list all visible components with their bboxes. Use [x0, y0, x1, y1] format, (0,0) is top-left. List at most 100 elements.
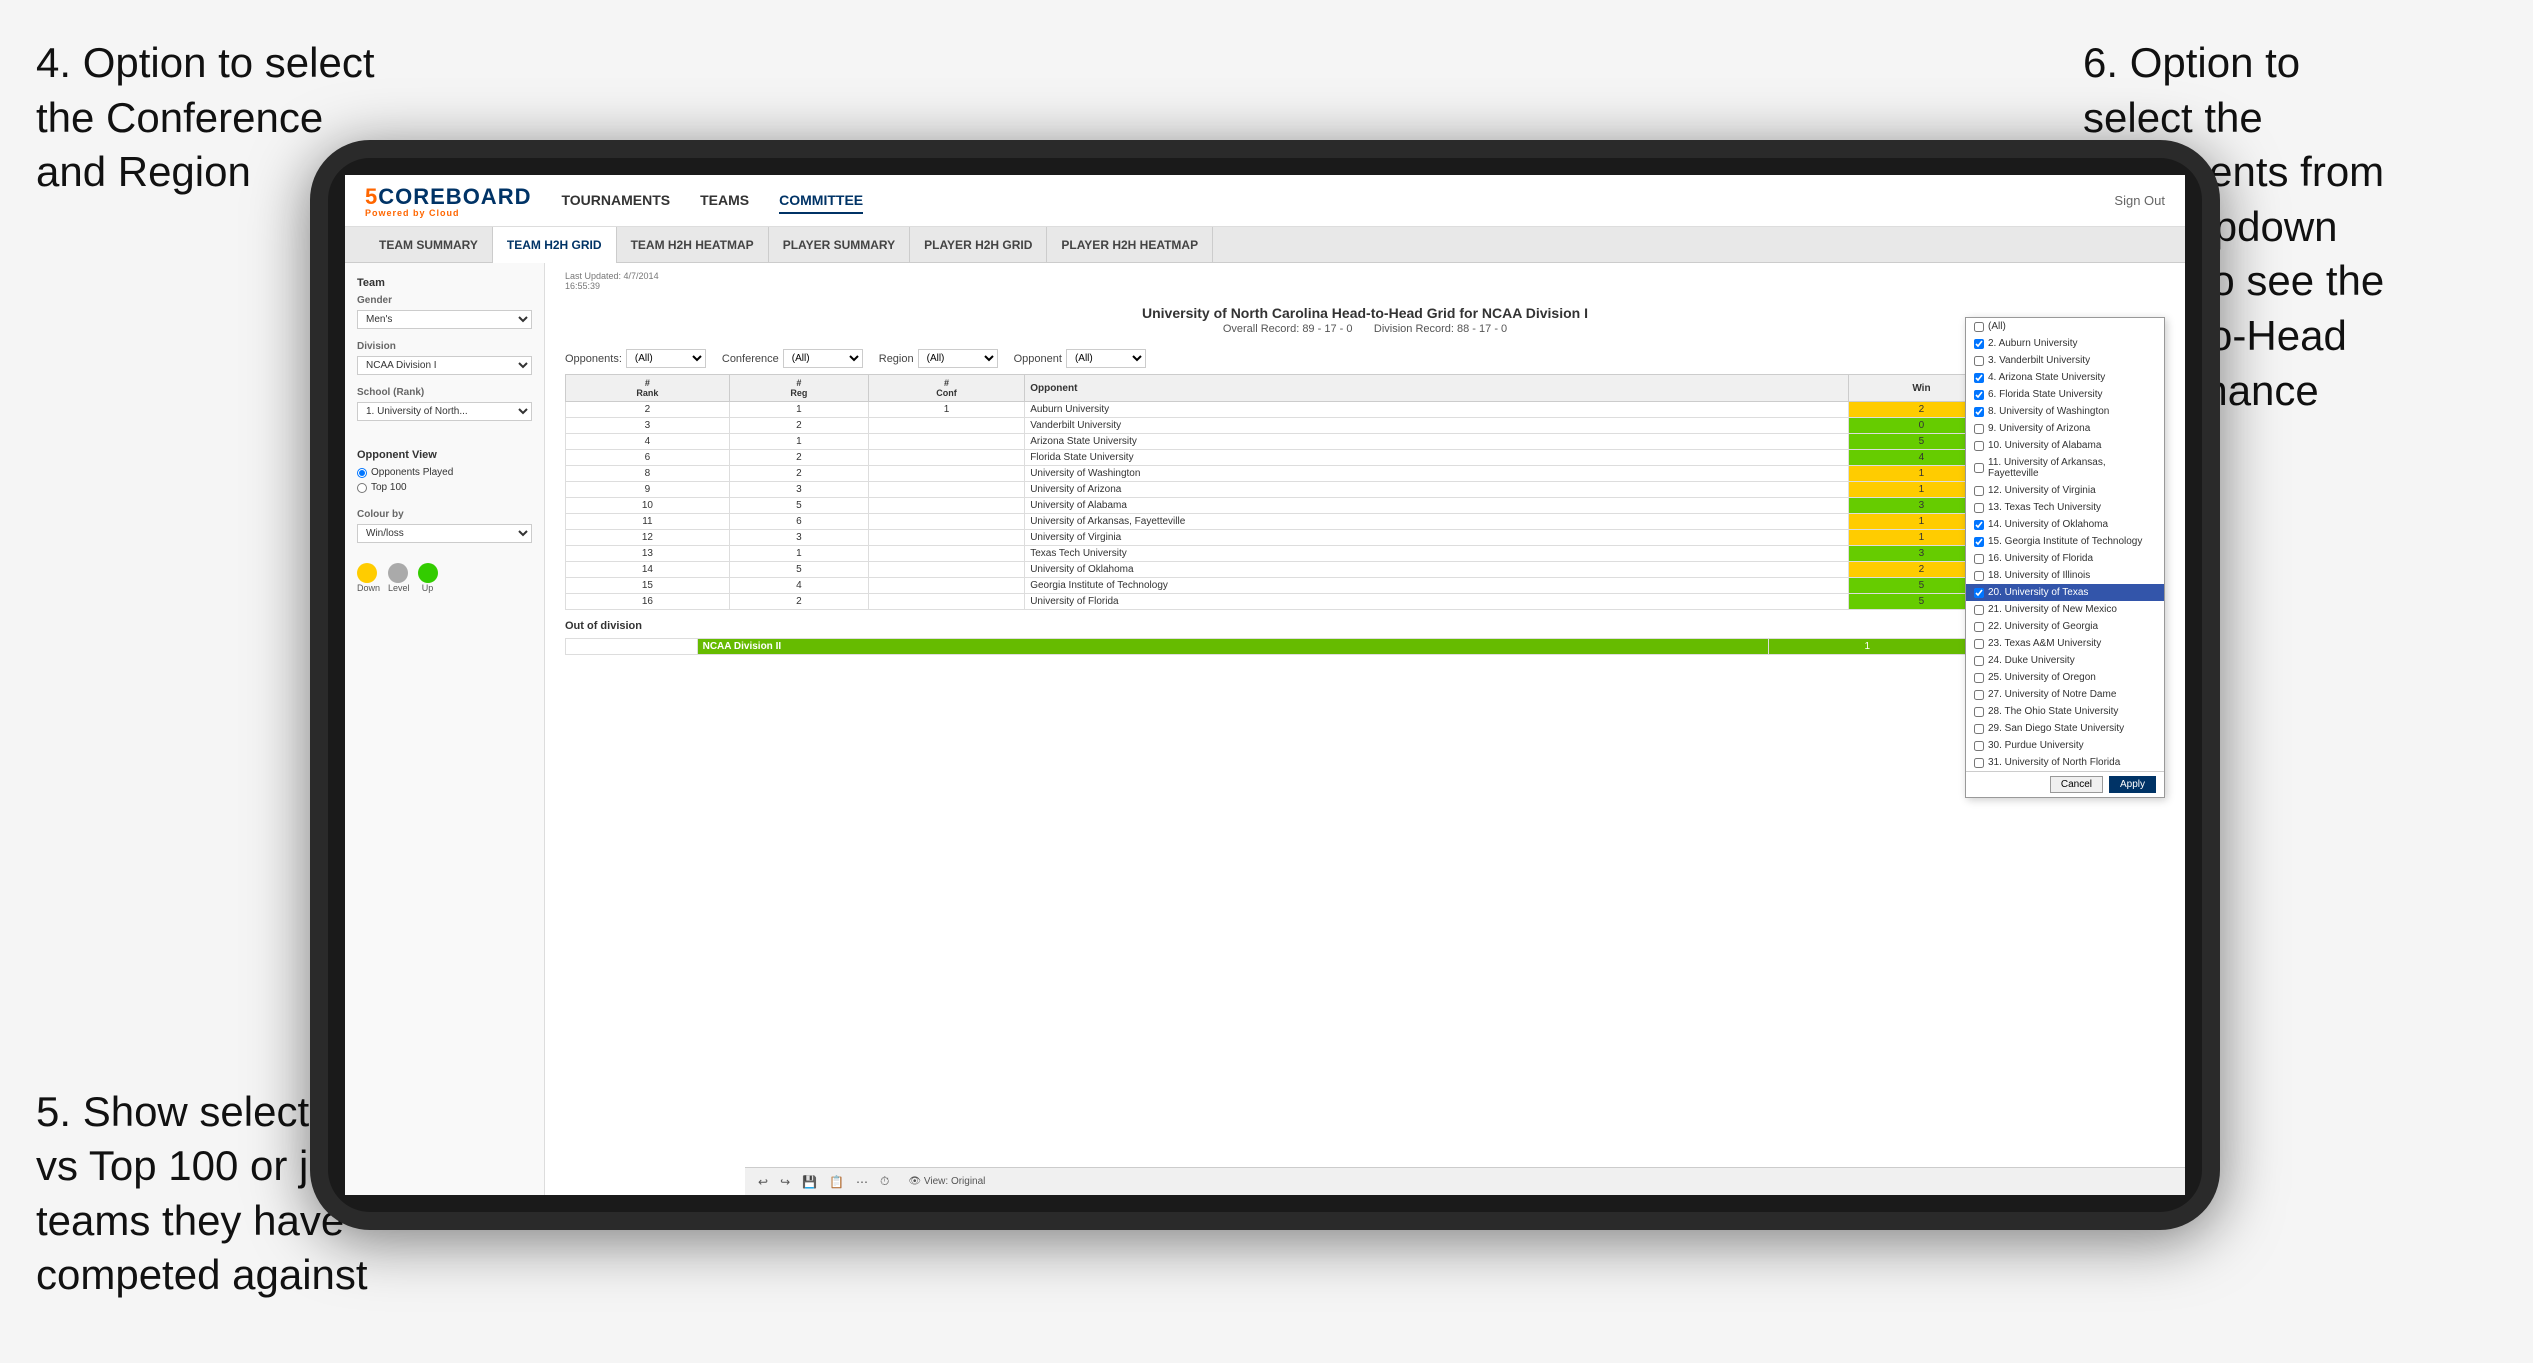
table-row: 6 2 Florida State University 4 2: [566, 450, 2165, 466]
dropdown-item[interactable]: 29. San Diego State University: [1966, 720, 2164, 737]
region-select[interactable]: (All): [918, 349, 998, 368]
table-row: 11 6 University of Arkansas, Fayettevill…: [566, 514, 2165, 530]
tab-team-summary[interactable]: TEAM SUMMARY: [365, 227, 493, 263]
opponents-select[interactable]: (All): [626, 349, 706, 368]
table-row: 2 1 1 Auburn University 2 1: [566, 402, 2165, 418]
table-row: 4 1 Arizona State University 5 1: [566, 434, 2165, 450]
table-row: 13 1 Texas Tech University 3 0: [566, 546, 2165, 562]
grid-records: Overall Record: 89 - 17 - 0 Division Rec…: [565, 323, 2165, 335]
dropdown-item[interactable]: 9. University of Arizona: [1966, 420, 2164, 437]
table-row: 12 3 University of Virginia 1 0: [566, 530, 2165, 546]
tab-team-h2h-heatmap[interactable]: TEAM H2H HEATMAP: [617, 227, 769, 263]
dropdown-item[interactable]: 6. Florida State University: [1966, 386, 2164, 403]
colour-by-label: Colour by: [357, 509, 532, 520]
dropdown-item[interactable]: 23. Texas A&M University: [1966, 635, 2164, 652]
opponent-dropdown[interactable]: (All)2. Auburn University3. Vanderbilt U…: [1965, 317, 2165, 798]
legend-level-label: Level: [388, 583, 410, 593]
opponent-select[interactable]: (All): [1066, 349, 1146, 368]
tab-player-summary[interactable]: PLAYER SUMMARY: [769, 227, 910, 263]
nav-tournaments[interactable]: TOURNAMENTS: [561, 188, 670, 214]
sidebar-gender-select[interactable]: Men's: [357, 310, 532, 329]
view-label: 👁 View: Original: [908, 1176, 985, 1187]
dropdown-item[interactable]: 4. Arizona State University: [1966, 369, 2164, 386]
dropdown-item[interactable]: 3. Vanderbilt University: [1966, 352, 2164, 369]
table-row: 10 5 University of Alabama 3 0: [566, 498, 2165, 514]
dropdown-apply-btn[interactable]: Apply: [2109, 776, 2156, 793]
opponents-played-radio[interactable]: Opponents Played: [357, 467, 532, 478]
dropdown-item[interactable]: 24. Duke University: [1966, 652, 2164, 669]
dropdown-item[interactable]: 2. Auburn University: [1966, 335, 2164, 352]
col-conf: # Conf: [868, 375, 1024, 402]
top100-radio[interactable]: Top 100: [357, 482, 532, 493]
timer-btn[interactable]: ⏱: [877, 1174, 892, 1189]
dropdown-item[interactable]: 8. University of Washington: [1966, 403, 2164, 420]
tablet-screen: 5COREBOARD Powered by Cloud TOURNAMENTS …: [345, 175, 2185, 1195]
legend: Down Level Up: [357, 563, 532, 593]
colour-by-select[interactable]: Win/loss: [357, 524, 532, 543]
logo: 5COREBOARD Powered by Cloud: [365, 184, 531, 218]
save-btn[interactable]: 💾: [799, 1175, 820, 1189]
table-row: 16 2 University of Florida 5 1: [566, 594, 2165, 610]
grid-meta: Last Updated: 4/7/2014 16:55:39: [565, 271, 2165, 291]
dropdown-item[interactable]: 14. University of Oklahoma: [1966, 516, 2164, 533]
opponent-filter: Opponent (All): [1014, 349, 1146, 368]
dropdown-item[interactable]: 31. University of North Florida: [1966, 754, 2164, 771]
legend-level-circle: [388, 563, 408, 583]
out-of-division-table: NCAA Division II 1 0: [565, 638, 2165, 655]
col-rank: # Rank: [566, 375, 730, 402]
legend-down-circle: [357, 563, 377, 583]
sidebar-division-select[interactable]: NCAA Division I: [357, 356, 532, 375]
dropdown-item[interactable]: 20. University of Texas: [1966, 584, 2164, 601]
dropdown-item[interactable]: (All): [1966, 318, 2164, 335]
conference-select[interactable]: (All): [783, 349, 863, 368]
dropdown-item[interactable]: 22. University of Georgia: [1966, 618, 2164, 635]
dropdown-item[interactable]: 30. Purdue University: [1966, 737, 2164, 754]
tablet: 5COREBOARD Powered by Cloud TOURNAMENTS …: [310, 140, 2220, 1230]
conference-label: Conference: [722, 353, 779, 365]
sub-nav: TEAM SUMMARY TEAM H2H GRID TEAM H2H HEAT…: [345, 227, 2185, 263]
sidebar-school-label: School (Rank): [357, 387, 532, 398]
col-opponent: Opponent: [1025, 375, 1849, 402]
dropdown-item[interactable]: 28. The Ohio State University: [1966, 703, 2164, 720]
main-content: Team Gender Men's Division NCAA Division…: [345, 263, 2185, 1195]
opponent-label: Opponent: [1014, 353, 1062, 365]
sidebar-division-label: Division: [357, 341, 532, 352]
dropdown-item[interactable]: 16. University of Florida: [1966, 550, 2164, 567]
table-row: 9 3 University of Arizona 1 0: [566, 482, 2165, 498]
redo-btn[interactable]: ↪: [777, 1175, 793, 1189]
nav-teams[interactable]: TEAMS: [700, 188, 749, 214]
dropdown-item[interactable]: 25. University of Oregon: [1966, 669, 2164, 686]
legend-up-circle: [418, 563, 438, 583]
dropdown-cancel-btn[interactable]: Cancel: [2050, 776, 2103, 793]
col-reg: # Reg: [729, 375, 868, 402]
out-of-division-row: NCAA Division II 1 0: [566, 639, 2165, 655]
sign-out-link[interactable]: Sign Out: [2114, 193, 2165, 208]
filters-row: Opponents: (All) Conference (All) Region: [545, 343, 2185, 374]
dropdown-item[interactable]: 27. University of Notre Dame: [1966, 686, 2164, 703]
dropdown-item[interactable]: 12. University of Virginia: [1966, 482, 2164, 499]
tab-player-h2h-grid[interactable]: PLAYER H2H GRID: [910, 227, 1047, 263]
dropdown-item[interactable]: 11. University of Arkansas, Fayetteville: [1966, 454, 2164, 482]
table-row: 15 4 Georgia Institute of Technology 5 0: [566, 578, 2165, 594]
table-header-row: # Rank # Reg # Conf Opponent Win Loss: [566, 375, 2165, 402]
table-row: 14 5 University of Oklahoma 2 2: [566, 562, 2165, 578]
dropdown-item[interactable]: 18. University of Illinois: [1966, 567, 2164, 584]
more-btn[interactable]: ⋯: [853, 1175, 871, 1189]
nav-links: TOURNAMENTS TEAMS COMMITTEE: [561, 188, 2114, 214]
opponent-view-label: Opponent View: [357, 449, 532, 461]
region-filter: Region (All): [879, 349, 998, 368]
dropdown-item[interactable]: 15. Georgia Institute of Technology: [1966, 533, 2164, 550]
sidebar: Team Gender Men's Division NCAA Division…: [345, 263, 545, 1195]
tab-team-h2h-grid[interactable]: TEAM H2H GRID: [493, 227, 617, 263]
undo-btn[interactable]: ↩: [755, 1175, 771, 1189]
dropdown-item[interactable]: 13. Texas Tech University: [1966, 499, 2164, 516]
logo-subtitle: Powered by Cloud: [365, 208, 531, 218]
dropdown-item[interactable]: 21. University of New Mexico: [1966, 601, 2164, 618]
dropdown-item[interactable]: 10. University of Alabama: [1966, 437, 2164, 454]
copy-btn[interactable]: 📋: [826, 1175, 847, 1189]
top-nav: 5COREBOARD Powered by Cloud TOURNAMENTS …: [345, 175, 2185, 227]
sidebar-team-label: Team: [357, 277, 532, 289]
tab-player-h2h-heatmap[interactable]: PLAYER H2H HEATMAP: [1047, 227, 1213, 263]
nav-committee[interactable]: COMMITTEE: [779, 188, 863, 214]
sidebar-school-select[interactable]: 1. University of North...: [357, 402, 532, 421]
